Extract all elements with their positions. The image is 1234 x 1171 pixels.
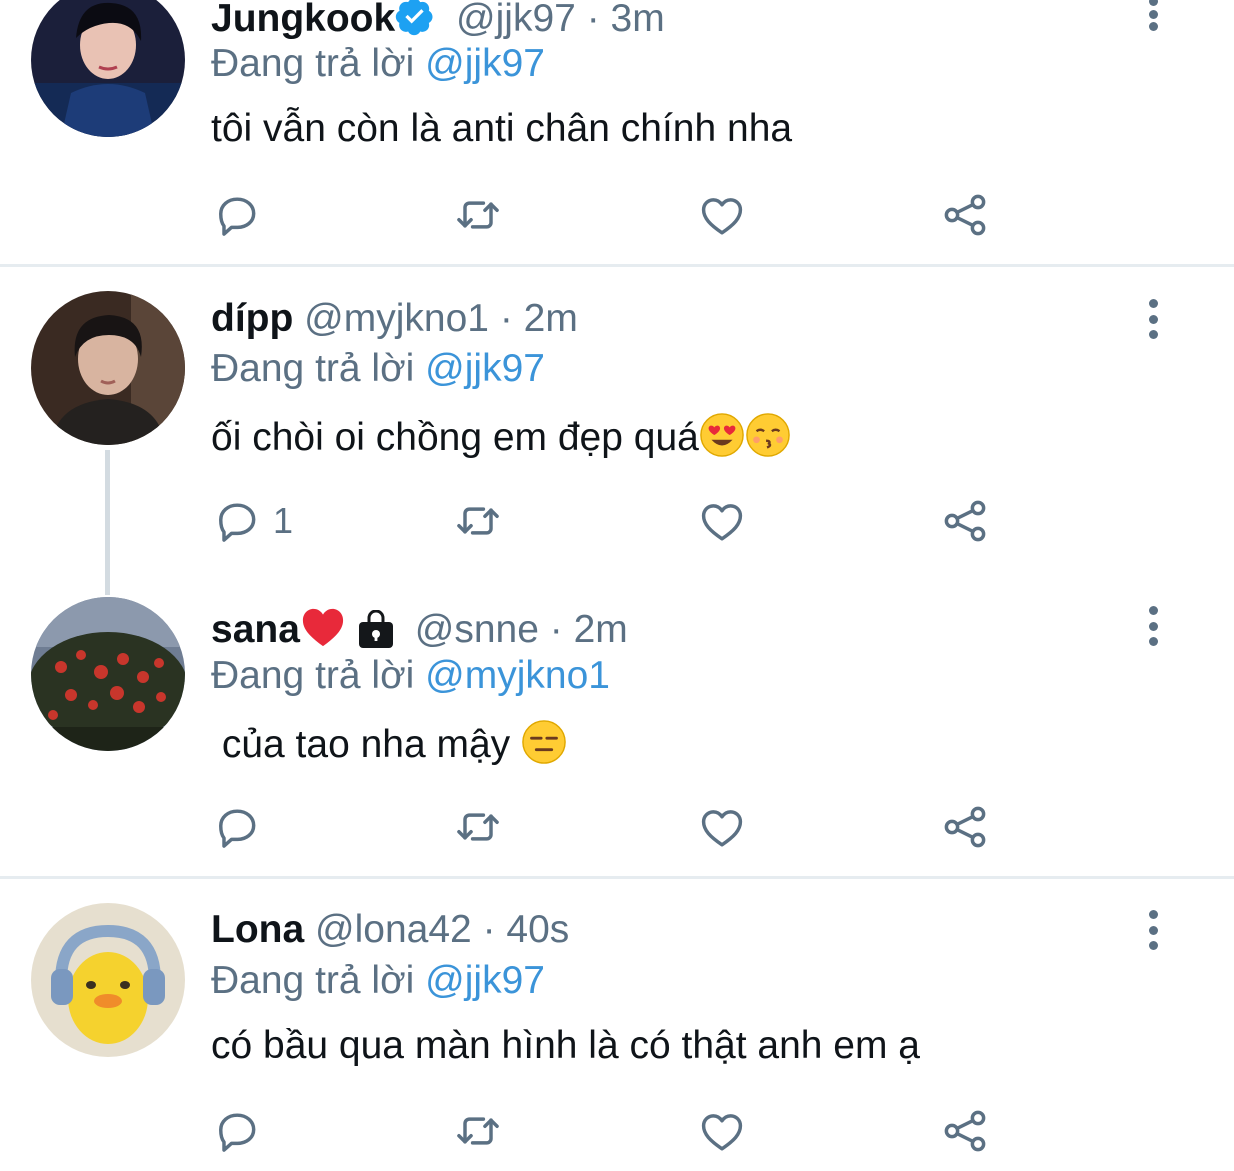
- like-button[interactable]: [696, 187, 748, 243]
- replying-prefix: Đang trả lời: [211, 959, 415, 1002]
- display-name[interactable]: Lona: [211, 908, 304, 951]
- dark-portrait-avatar-icon: [31, 0, 185, 137]
- display-name[interactable]: Jungkook: [211, 0, 395, 40]
- mention-link[interactable]: @myjkno1: [425, 654, 610, 697]
- like-icon: [701, 1114, 743, 1151]
- tweet-header: sana @snne · 2m: [211, 606, 628, 651]
- handle[interactable]: @snne: [415, 608, 539, 651]
- tweet-text-row: của tao nha mậy: [211, 719, 567, 776]
- handle[interactable]: @lona42: [315, 908, 472, 951]
- avatar[interactable]: [31, 0, 185, 137]
- mention-link[interactable]: @jjk97: [425, 42, 545, 85]
- share-icon: [944, 500, 986, 542]
- reply-button[interactable]: 1: [211, 493, 293, 549]
- avatar[interactable]: [31, 291, 185, 445]
- timestamp[interactable]: 40s: [506, 908, 569, 951]
- share-icon: [944, 194, 986, 236]
- reply-button[interactable]: [211, 799, 263, 855]
- more-options-icon[interactable]: [1140, 910, 1166, 950]
- reply-icon: [219, 503, 256, 542]
- heart-eyes-emoji-icon: [699, 412, 745, 469]
- separator-dot: ·: [549, 608, 563, 651]
- share-button[interactable]: [939, 799, 991, 855]
- separator-dot: ·: [586, 0, 600, 40]
- retweet-button[interactable]: [452, 799, 504, 855]
- display-name[interactable]: dípp: [211, 297, 293, 340]
- verified-badge-icon: [395, 0, 435, 46]
- tweet-header: dípp @myjkno1 · 2m: [211, 297, 578, 341]
- tweet-jungkook[interactable]: Jungkook @jjk97 · 3m Đang trả lời @jjk97…: [0, 0, 1234, 265]
- timestamp[interactable]: 3m: [611, 0, 665, 40]
- locked-bag-emoji-icon: [356, 609, 396, 660]
- replying-to: Đang trả lời @jjk97: [211, 959, 545, 1003]
- expressionless-emoji-icon: [521, 719, 567, 776]
- duck-headphones-avatar-icon: [31, 903, 185, 1057]
- more-options-icon[interactable]: [1140, 299, 1166, 339]
- handle[interactable]: @myjkno1: [304, 297, 489, 340]
- mention-link[interactable]: @jjk97: [425, 347, 545, 390]
- replying-prefix: Đang trả lời: [211, 42, 415, 85]
- share-icon: [944, 1110, 986, 1152]
- share-button[interactable]: [939, 187, 991, 243]
- tweet-actions: [0, 1103, 1234, 1159]
- replying-to: Đang trả lời @jjk97: [211, 42, 545, 86]
- tweet-actions: [0, 799, 1234, 855]
- tweet-actions: 1: [0, 493, 1234, 549]
- tweet-lona[interactable]: Lona @lona42 · 40s Đang trả lời @jjk97 c…: [0, 879, 1234, 1171]
- replying-prefix: Đang trả lời: [211, 347, 415, 390]
- reply-button[interactable]: [211, 187, 263, 243]
- replying-to: Đang trả lời @jjk97: [211, 347, 545, 391]
- flower-tree-avatar-icon: [31, 597, 185, 751]
- tweet-text: tôi vẫn còn là anti chân chính nha: [211, 107, 793, 150]
- retweet-icon: [457, 507, 499, 535]
- mention-link[interactable]: @jjk97: [425, 959, 545, 1002]
- tweet-sana[interactable]: sana @snne · 2m Đang trả lời @myjkno1 củ…: [0, 572, 1234, 877]
- reply-icon: [219, 1113, 256, 1152]
- replying-prefix: Đang trả lời: [211, 654, 415, 697]
- tweet-header: Lona @lona42 · 40s: [211, 908, 569, 952]
- reply-count: 1: [273, 500, 294, 541]
- portrait-avatar-icon: [31, 291, 185, 445]
- more-options-icon[interactable]: [1140, 0, 1166, 31]
- tweet-actions: [0, 187, 1234, 243]
- separator-dot: ·: [482, 908, 496, 951]
- reply-icon: [219, 197, 256, 236]
- retweet-icon: [457, 1117, 499, 1145]
- like-button[interactable]: [696, 493, 748, 549]
- replying-to: Đang trả lời @myjkno1: [211, 654, 610, 698]
- retweet-icon: [457, 813, 499, 841]
- timestamp[interactable]: 2m: [574, 608, 628, 651]
- like-icon: [701, 810, 743, 847]
- timestamp[interactable]: 2m: [524, 297, 578, 340]
- share-button[interactable]: [939, 493, 991, 549]
- kissing-emoji-icon: [745, 412, 791, 469]
- retweet-button[interactable]: [452, 187, 504, 243]
- like-button[interactable]: [696, 799, 748, 855]
- tweet-dipp[interactable]: dípp @myjkno1 · 2m Đang trả lời @jjk97 ố…: [0, 267, 1234, 567]
- separator-dot: ·: [499, 297, 513, 340]
- share-icon: [944, 806, 986, 848]
- tweet-text: của tao nha mậy: [211, 723, 511, 766]
- retweet-button[interactable]: [452, 493, 504, 549]
- avatar[interactable]: [31, 597, 185, 751]
- reply-button[interactable]: [211, 1103, 263, 1159]
- like-icon: [701, 198, 743, 235]
- tweet-text-row: ối chòi oi chồng em đẹp quá: [211, 412, 791, 469]
- handle[interactable]: @jjk97: [456, 0, 576, 40]
- avatar[interactable]: [31, 903, 185, 1057]
- tweet-header: Jungkook @jjk97 · 3m: [211, 0, 665, 40]
- share-button[interactable]: [939, 1103, 991, 1159]
- retweet-icon: [457, 201, 499, 229]
- display-name[interactable]: sana: [211, 608, 300, 651]
- red-heart-emoji-icon: [300, 606, 346, 660]
- more-options-icon[interactable]: [1140, 606, 1166, 646]
- retweet-button[interactable]: [452, 1103, 504, 1159]
- tweet-text: ối chòi oi chồng em đẹp quá: [211, 416, 699, 459]
- tweet-text: có bầu qua màn hình là có thật anh em ạ: [211, 1024, 920, 1067]
- like-icon: [701, 504, 743, 541]
- like-button[interactable]: [696, 1103, 748, 1159]
- reply-icon: [219, 809, 256, 848]
